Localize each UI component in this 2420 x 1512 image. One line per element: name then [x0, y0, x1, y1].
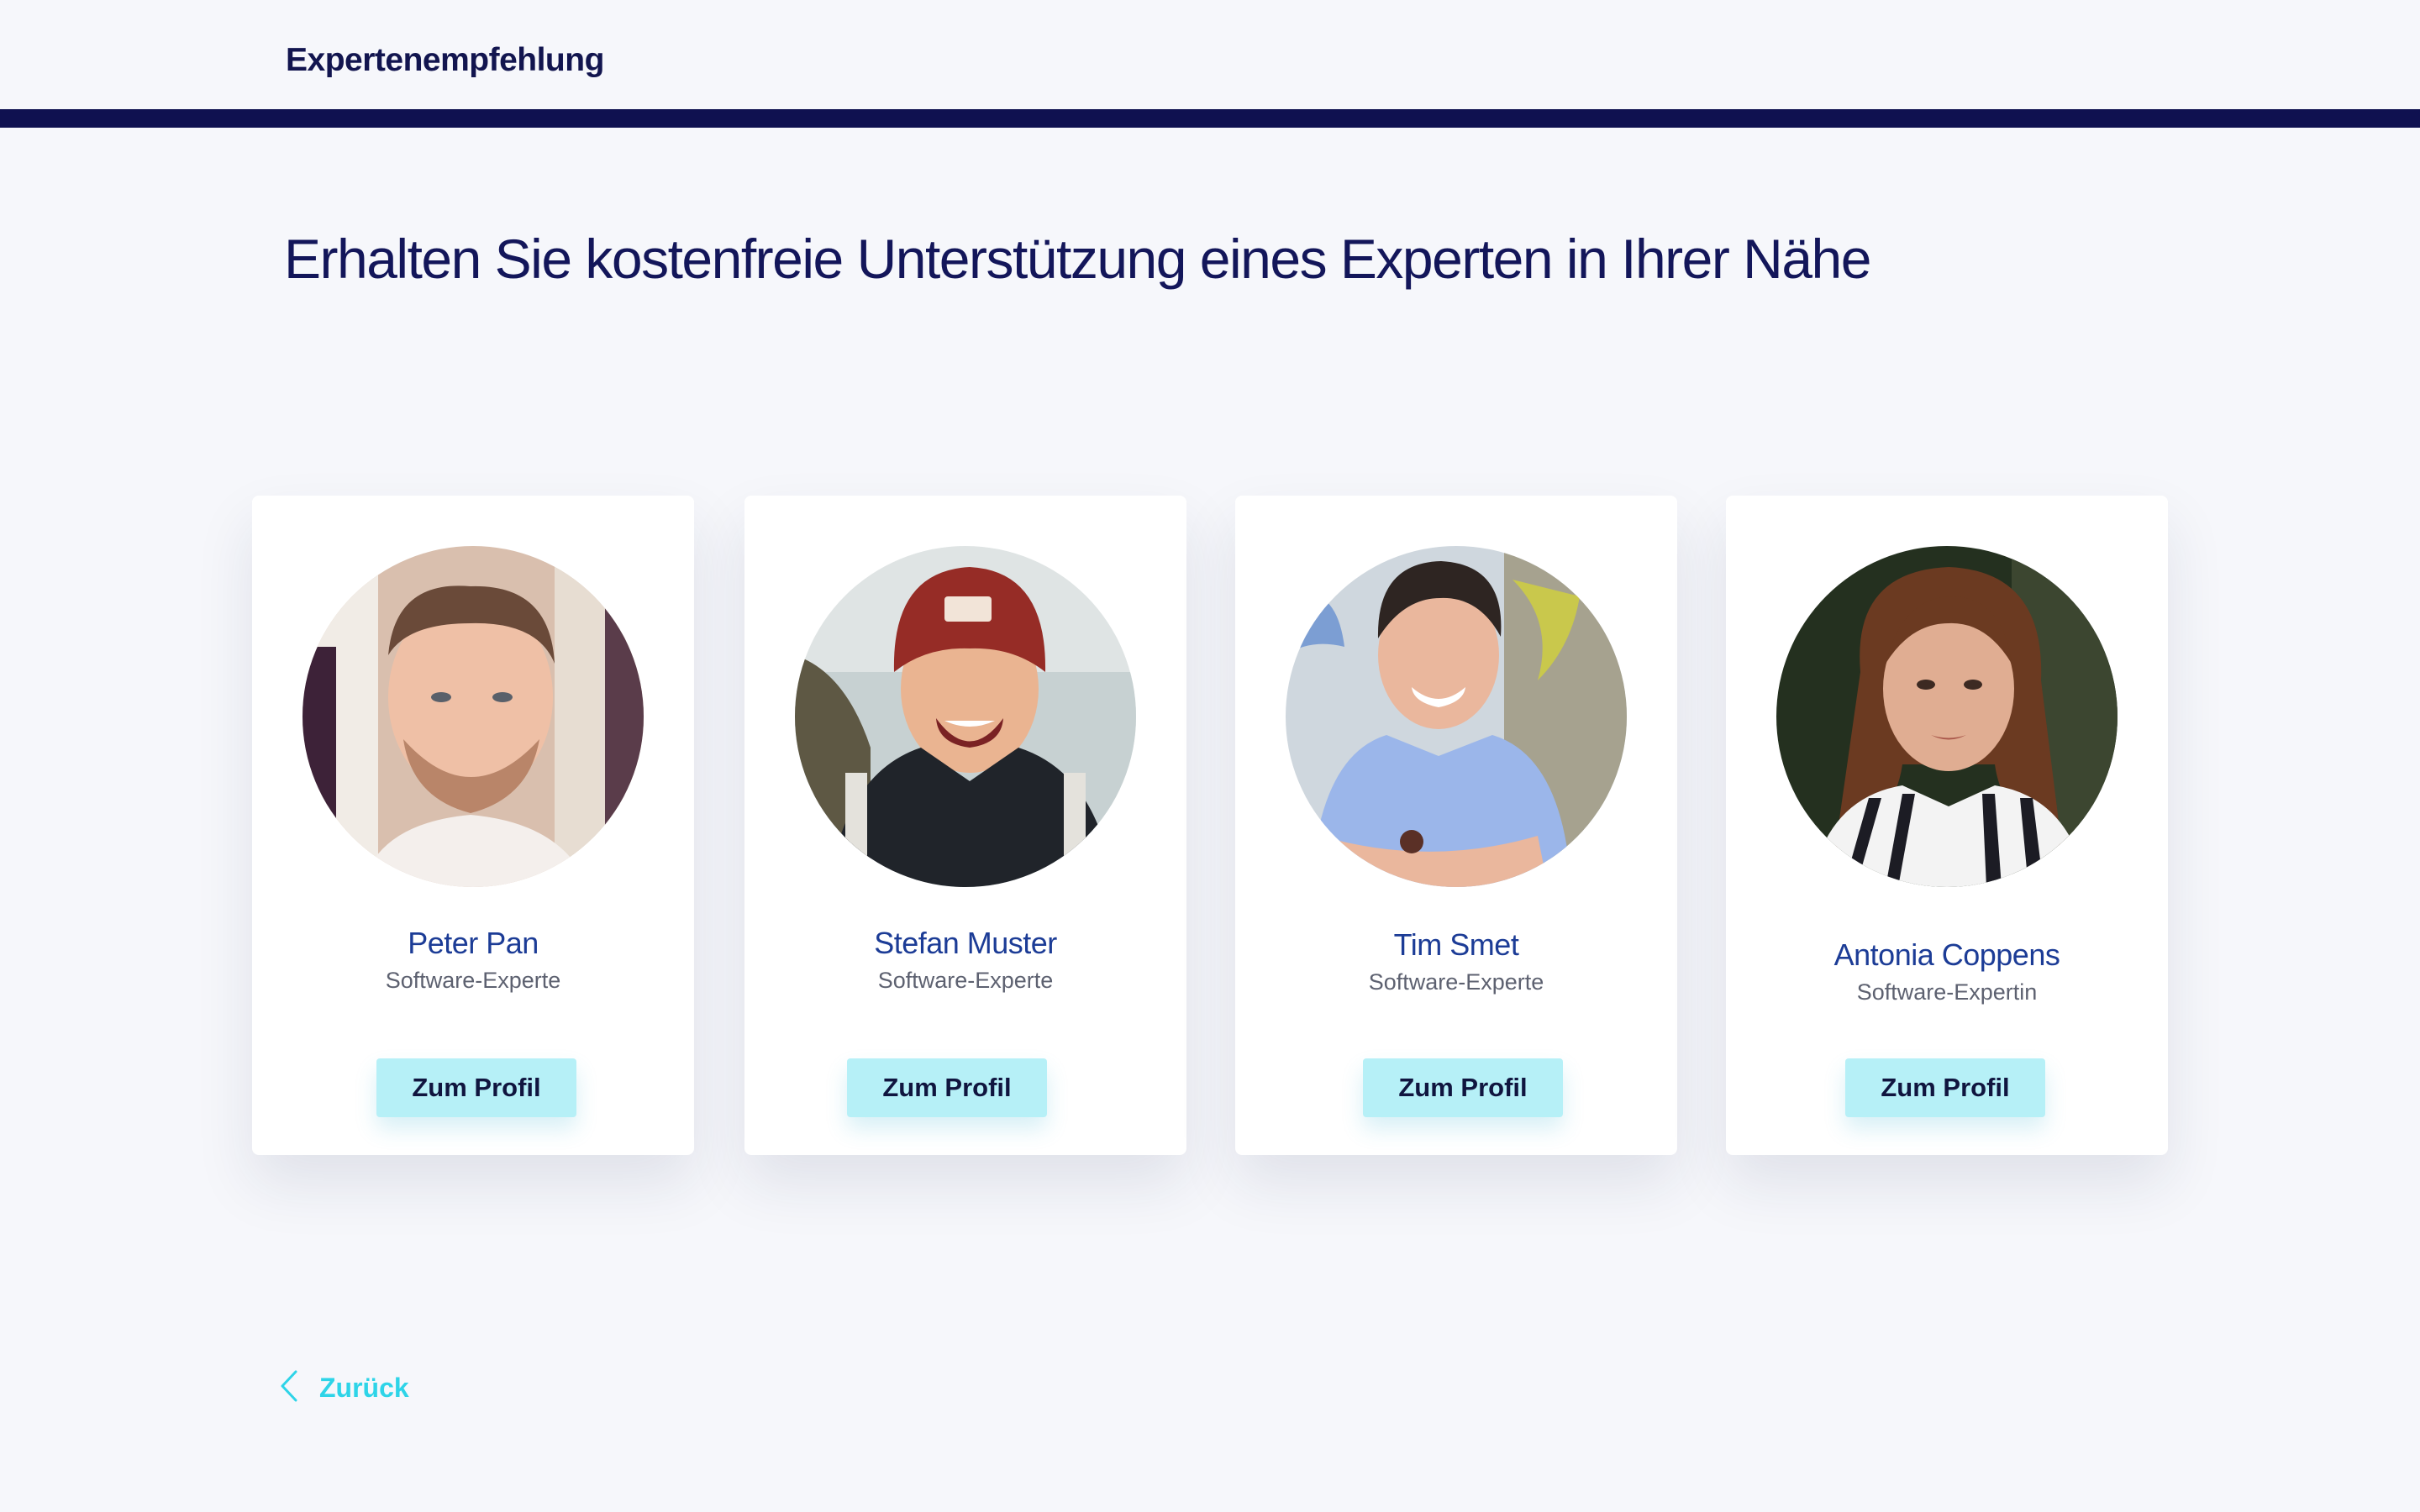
expert-avatar-photo [302, 546, 644, 887]
profile-button[interactable]: Zum Profil [1363, 1058, 1563, 1117]
back-link[interactable]: Zurück [277, 1369, 409, 1407]
back-label: Zurück [319, 1373, 409, 1403]
expert-cards: Peter Pan Software-Experte Zum Profil St… [252, 496, 2185, 1155]
expert-avatar-photo [795, 546, 1136, 887]
brand-title[interactable]: Expertenempfehlung [286, 42, 604, 79]
expert-card-antonia-coppens: Antonia Coppens Software-Expertin Zum Pr… [1726, 496, 2168, 1155]
expert-role: Software-Experte [1368, 969, 1544, 995]
expert-name: Stefan Muster [874, 926, 1057, 960]
page-headline: Erhalten Sie kostenfreie Unterstützung e… [284, 228, 1871, 290]
expert-role: Software-Experte [877, 968, 1054, 993]
profile-button[interactable]: Zum Profil [1845, 1058, 2045, 1117]
expert-avatar-photo [1776, 546, 2118, 887]
expert-role: Software-Expertin [1856, 979, 2038, 1005]
expert-name: Tim Smet [1393, 927, 1519, 962]
expert-name: Antonia Coppens [1833, 937, 2060, 972]
chevron-left-icon [277, 1369, 301, 1407]
expert-card-tim-smet: Tim Smet Software-Experte Zum Profil [1235, 496, 1677, 1155]
profile-button[interactable]: Zum Profil [376, 1058, 576, 1117]
expert-role: Software-Experte [385, 968, 561, 993]
expert-card-stefan-muster: Stefan Muster Software-Experte Zum Profi… [744, 496, 1186, 1155]
top-header: Expertenempfehlung [0, 0, 2420, 128]
expert-card-peter-pan: Peter Pan Software-Experte Zum Profil [252, 496, 694, 1155]
profile-button[interactable]: Zum Profil [847, 1058, 1047, 1117]
expert-avatar-photo [1286, 546, 1627, 887]
expert-name: Peter Pan [408, 926, 539, 960]
